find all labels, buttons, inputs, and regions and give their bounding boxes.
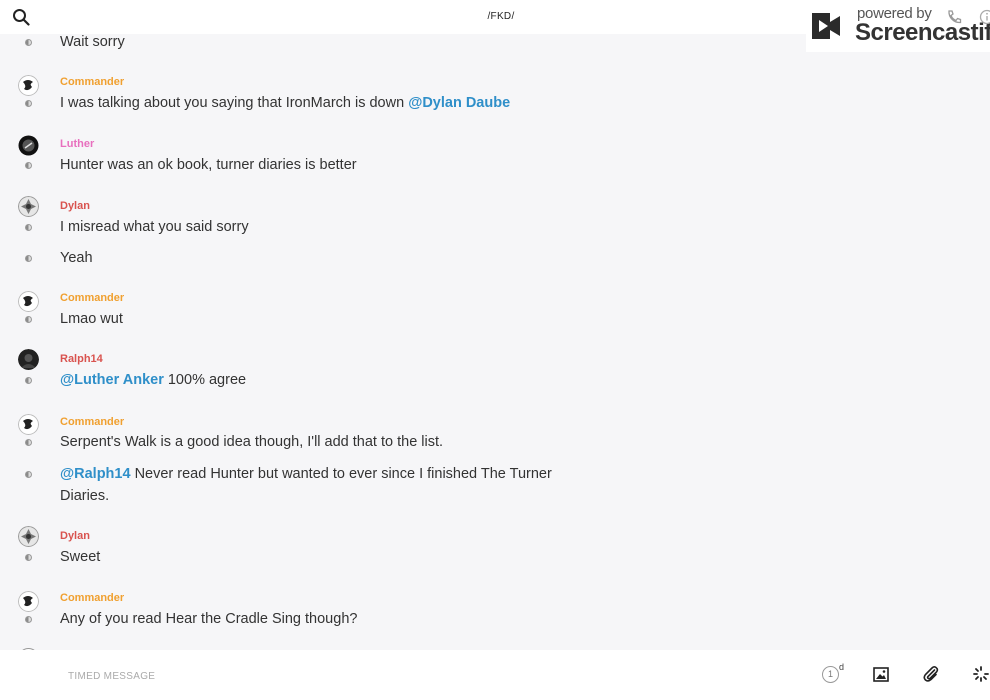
message-body: I was talking about you saying that Iron… [60, 92, 560, 114]
message-author[interactable]: Dylan [60, 530, 90, 542]
message-text: 100% agree [163, 372, 247, 388]
message-text: Wait sorry [60, 34, 125, 50]
read-status-icon [25, 554, 32, 561]
read-status-icon [25, 377, 32, 384]
composer-bar: 1 d [0, 650, 990, 700]
message-input[interactable] [66, 666, 766, 686]
info-icon[interactable] [979, 9, 990, 25]
read-status-icon [25, 224, 32, 231]
avatar-icon[interactable] [18, 591, 39, 612]
message-list[interactable]: Wait sorry Commander I was talking about… [0, 34, 990, 650]
read-status-icon [25, 100, 32, 107]
read-status-icon [25, 439, 32, 446]
message-author[interactable]: Commander [60, 76, 124, 88]
message-item: Yeah [0, 246, 700, 268]
message-author[interactable]: Commander [60, 292, 124, 304]
message-item: Commander Serpent's Walk is a good idea … [0, 411, 700, 455]
message-author[interactable]: Luther [60, 138, 94, 150]
message-author[interactable]: Commander [60, 416, 124, 428]
user-mention[interactable]: @Ralph14 [60, 466, 131, 482]
message-item: @Ralph14 Never read Hunter but wanted to… [0, 462, 700, 508]
message-body: @Ralph14 Never read Hunter but wanted to… [60, 463, 560, 507]
avatar-icon[interactable] [18, 75, 39, 96]
avatar-icon[interactable] [18, 135, 39, 156]
message-text: I was talking about you saying that Iron… [60, 95, 409, 111]
message-author[interactable]: Commander [60, 592, 124, 604]
message-item: Dylan I misread what you said sorry [0, 196, 700, 240]
message-text: Serpent's Walk is a good idea though, I'… [60, 434, 444, 450]
message-text: Lmao wut [60, 311, 123, 327]
read-status-icon [25, 39, 32, 46]
read-status-icon [25, 255, 32, 262]
avatar-icon[interactable] [18, 349, 39, 370]
message-author[interactable]: Ralph14 [60, 353, 103, 365]
loading-spinner-icon[interactable] [973, 666, 989, 682]
user-mention[interactable]: @Dylan Daube [408, 95, 510, 111]
phone-icon[interactable] [946, 9, 962, 25]
message-item: Commander I was talking about you saying… [0, 72, 700, 116]
message-item: Ralph14 @Luther Anker 100% agree [0, 349, 700, 393]
message-item: Commander Any of you read Hear the Cradl… [0, 588, 700, 632]
read-status-icon [25, 471, 32, 478]
message-item: Wait sorry [0, 34, 700, 54]
message-body: @Luther Anker 100% agree [60, 369, 560, 391]
read-status-icon [25, 316, 32, 323]
message-text: Never read Hunter but wanted to ever sin… [60, 466, 552, 504]
read-status-icon [25, 616, 32, 623]
image-icon[interactable] [873, 667, 889, 682]
read-status-icon [25, 162, 32, 169]
message-text: Yeah [60, 250, 93, 266]
timer-button[interactable]: 1 d [822, 662, 844, 683]
message-item: Dylan Sweet [0, 526, 700, 570]
message-item: Commander Lmao wut [0, 288, 700, 332]
timer-icon: 1 [822, 666, 839, 683]
avatar-icon[interactable] [18, 526, 39, 547]
user-mention[interactable]: @Luther Anker [60, 372, 164, 388]
message-text: Any of you read Hear the Cradle Sing tho… [60, 611, 358, 627]
attachment-icon[interactable] [922, 665, 940, 683]
timer-unit: d [839, 662, 845, 672]
avatar-icon[interactable] [18, 196, 39, 217]
message-author[interactable]: Dylan [60, 200, 90, 212]
avatar-icon[interactable] [18, 291, 39, 312]
message-text: Hunter was an ok book, turner diaries is… [60, 157, 357, 173]
message-item: Luther Hunter was an ok book, turner dia… [0, 134, 700, 178]
message-text: Sweet [60, 549, 101, 565]
message-text: I misread what you said sorry [60, 219, 249, 235]
avatar-icon[interactable] [18, 414, 39, 435]
